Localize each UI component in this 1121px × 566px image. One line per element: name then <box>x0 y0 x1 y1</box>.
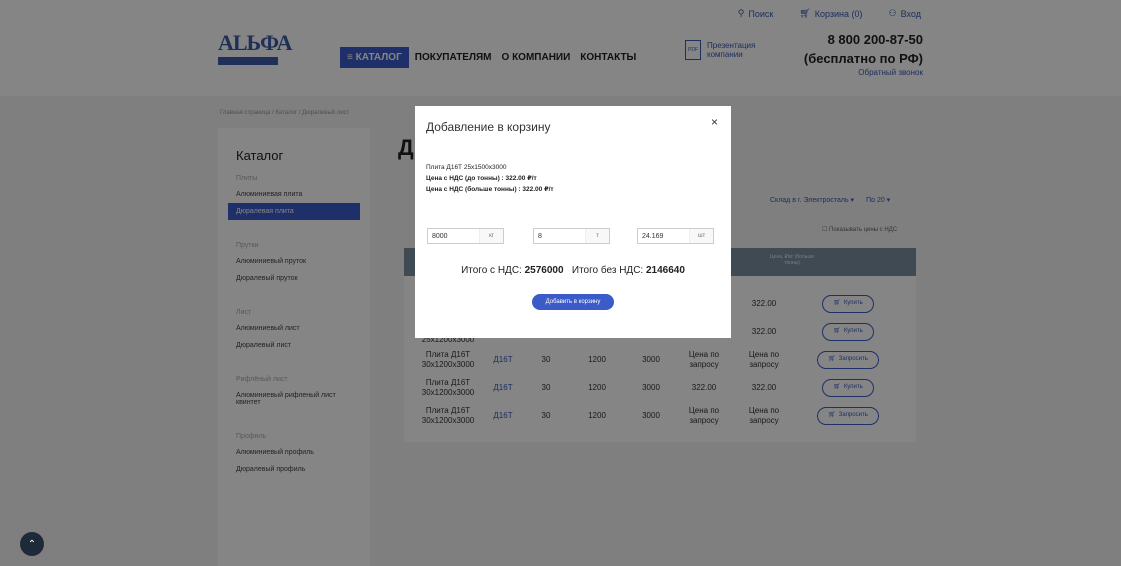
close-icon[interactable]: × <box>711 115 718 129</box>
product-info: Плита Д16Т 25x1500x3000 Цена с НДС (до т… <box>426 162 554 195</box>
qty-kg-input[interactable]: 8000 <box>428 233 479 240</box>
unit-t: т <box>585 229 609 243</box>
add-to-cart-button[interactable]: Добавить в корзину <box>532 294 614 310</box>
chevron-up-icon: ⌃ <box>27 538 37 550</box>
total-without-nds: 2146640 <box>645 265 685 276</box>
price-small: Цена с НДС (до тонны) : 322.00 ₽/т <box>426 175 537 182</box>
scroll-top-button[interactable]: ⌃ <box>20 532 44 556</box>
qty-t-field[interactable]: 8 т <box>533 228 610 244</box>
modal-title: Добавление в корзину <box>426 120 551 134</box>
total-with-nds: 2576000 <box>524 265 564 276</box>
unit-kg: кг <box>479 229 503 243</box>
unit-pcs: шт <box>689 229 713 243</box>
qty-kg-field[interactable]: 8000 кг <box>427 228 504 244</box>
product-name: Плита Д16Т 25x1500x3000 <box>426 164 507 171</box>
totals: Итого с НДС: 2576000 Итого без НДС: 2146… <box>461 265 685 276</box>
qty-pcs-input[interactable]: 24.169 <box>638 233 689 240</box>
qty-t-input[interactable]: 8 <box>534 233 585 240</box>
price-big: Цена с НДС (больше тонны) : 322.00 ₽/т <box>426 186 554 193</box>
add-to-cart-modal: Добавление в корзину × Плита Д16Т 25x150… <box>415 106 731 338</box>
qty-pcs-field[interactable]: 24.169 шт <box>637 228 714 244</box>
